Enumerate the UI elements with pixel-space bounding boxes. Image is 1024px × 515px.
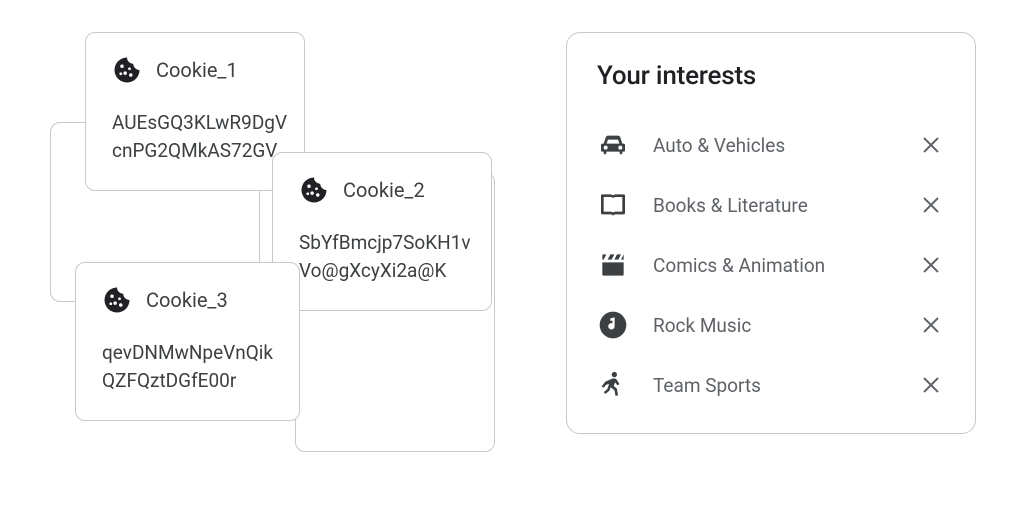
cookie-icon <box>299 175 329 205</box>
cookie-icon <box>102 285 132 315</box>
interest-row-music: Rock Music <box>597 295 945 355</box>
interest-row-books: Books & Literature <box>597 175 945 235</box>
interest-label: Auto & Vehicles <box>653 134 893 157</box>
music-note-icon <box>597 309 629 341</box>
cookie-name: Cookie_1 <box>156 58 238 82</box>
interest-label: Books & Literature <box>653 194 893 217</box>
cookie-value: AUEsGQ3KLwR9DgV cnPG2QMkAS72GV <box>112 109 278 164</box>
book-icon <box>597 189 629 221</box>
remove-interest-button[interactable] <box>917 311 945 339</box>
cookie-icon <box>112 55 142 85</box>
cookie-card-2: Cookie_2 SbYfBmcjp7SoKH1v Vo@gXcyXi2a@K <box>272 152 492 311</box>
interest-label: Rock Music <box>653 314 893 337</box>
remove-interest-button[interactable] <box>917 131 945 159</box>
remove-interest-button[interactable] <box>917 371 945 399</box>
clapper-icon <box>597 249 629 281</box>
sports-icon <box>597 369 629 401</box>
cookie-name: Cookie_3 <box>146 288 228 312</box>
interest-label: Team Sports <box>653 374 893 397</box>
remove-interest-button[interactable] <box>917 191 945 219</box>
cookie-name: Cookie_2 <box>343 178 425 202</box>
interest-label: Comics & Animation <box>653 254 893 277</box>
cookie-cards-cluster: Cookie_1 AUEsGQ3KLwR9DgV cnPG2QMkAS72GV … <box>50 32 490 472</box>
interest-row-auto: Auto & Vehicles <box>597 115 945 175</box>
interests-title: Your interests <box>597 61 945 91</box>
interest-row-sports: Team Sports <box>597 355 945 415</box>
cookie-value: SbYfBmcjp7SoKH1v Vo@gXcyXi2a@K <box>299 229 465 284</box>
interests-panel: Your interests Auto & Vehicles Books & L… <box>566 32 976 434</box>
car-icon <box>597 129 629 161</box>
remove-interest-button[interactable] <box>917 251 945 279</box>
cookie-card-3: Cookie_3 qevDNMwNpeVnQik QZFQztDGfE00r <box>75 262 300 421</box>
cookie-value: qevDNMwNpeVnQik QZFQztDGfE00r <box>102 339 273 394</box>
interest-row-comics: Comics & Animation <box>597 235 945 295</box>
